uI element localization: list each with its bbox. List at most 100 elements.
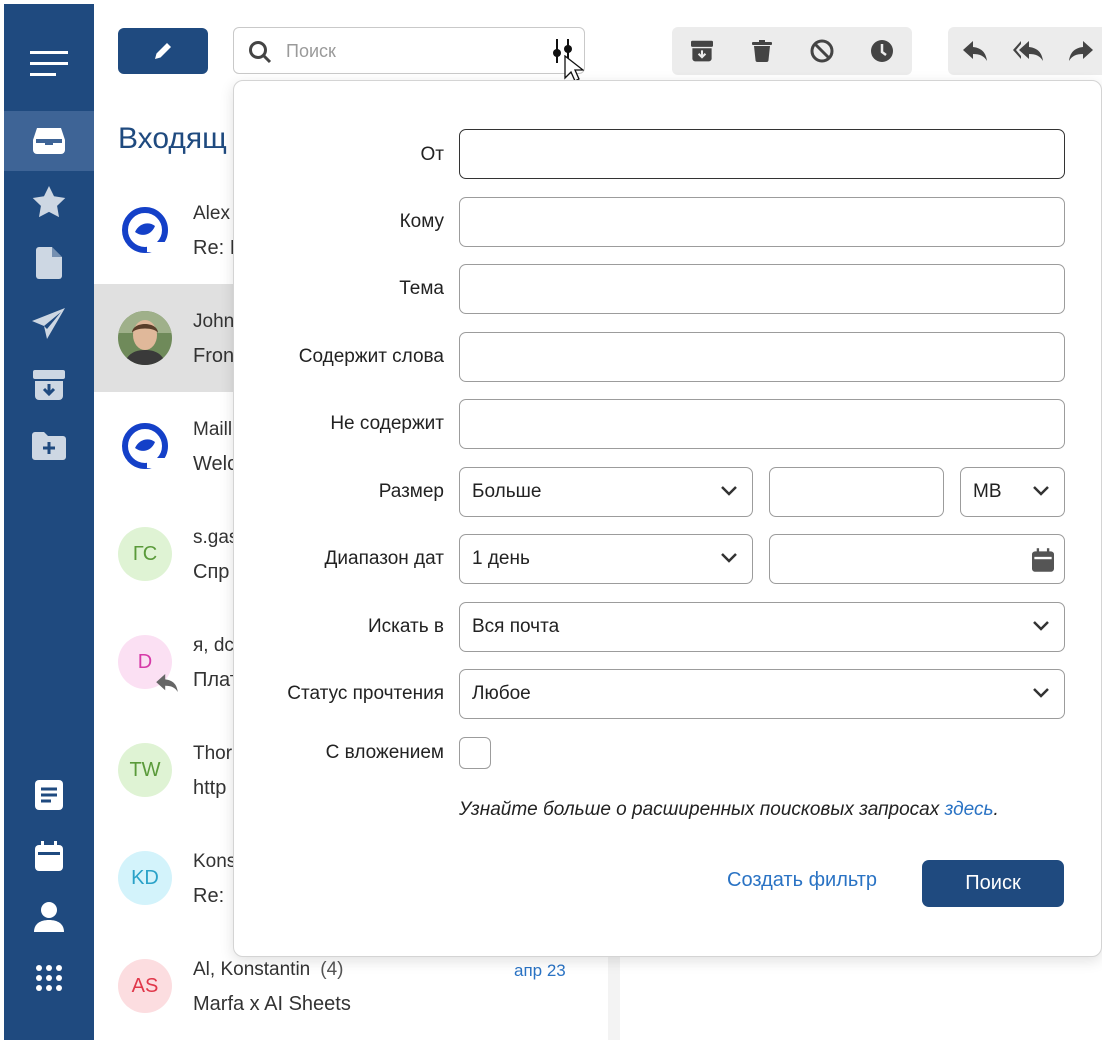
delete-button[interactable] [732,27,792,75]
size-unit-select[interactable]: MB [960,467,1065,517]
size-operator-select[interactable]: Больше [459,467,753,517]
not-contains-field[interactable] [459,399,1065,449]
app-logo-icon [122,207,168,253]
date-picker-field[interactable] [769,534,1065,584]
draft-icon [36,247,62,279]
from-field[interactable] [459,129,1065,179]
size-value-field[interactable] [769,467,944,517]
chevron-down-icon [1033,621,1049,631]
forward-icon [1069,41,1094,61]
spam-button[interactable] [792,27,852,75]
snooze-icon [871,40,893,62]
sender-name: Thor [193,743,233,764]
message-subject: Fron [193,345,235,367]
learn-more-link[interactable]: здесь [945,799,994,820]
create-filter-link[interactable]: Создать фильтр [727,869,877,892]
avatar: AS [118,959,172,1013]
sender-name: Maill [193,419,233,440]
search-input[interactable] [286,36,526,66]
search-submit-button[interactable]: Поиск [922,860,1064,907]
archive-icon [33,370,65,400]
message-subject: http [193,777,227,799]
avatar: KD [118,851,172,905]
message-subject: Re: [193,885,225,907]
compose-icon [155,43,171,59]
date-range-label: Диапазон дат [324,548,444,569]
message-subject: Плат [193,669,239,691]
avatar [118,311,172,365]
menu-icon [30,51,68,76]
size-unit-value: MB [973,481,1002,502]
thread-count: (4) [320,959,344,980]
sidebar-item-calendar[interactable] [4,826,94,886]
date-range-select[interactable]: 1 день [459,534,753,584]
app-logo-icon [122,423,168,469]
size-label: Размер [378,481,444,502]
star-icon [32,186,66,218]
sender-name: John [193,311,235,332]
reply-all-button[interactable] [1001,27,1054,75]
message-subject: Спр [193,561,230,583]
avatar: TW [118,743,172,797]
subject-label: Тема [399,278,444,299]
user-photo [118,311,172,365]
forward-button[interactable] [1055,27,1102,75]
attachment-label: С вложением [325,742,444,763]
message-subject: Re: I [193,237,236,259]
avatar: ГС [118,527,172,581]
snooze-button[interactable] [852,27,912,75]
trash-icon [752,40,772,62]
subject-field[interactable] [459,264,1065,314]
inbox-icon [33,128,65,154]
chevron-down-icon [721,486,737,496]
message-date: апр 23 [514,961,566,980]
sidebar-item-contacts[interactable] [4,887,94,947]
sidebar-item-sent[interactable] [4,294,94,354]
sidebar-item-notes[interactable] [4,765,94,825]
read-status-select[interactable]: Любое [459,669,1065,719]
not-contains-label: Не содержит [330,413,444,434]
contains-words-field[interactable] [459,332,1065,382]
navigation-rail [4,4,94,1040]
notes-icon [35,780,63,810]
menu-button[interactable] [4,34,94,94]
attachment-checkbox[interactable] [459,737,491,769]
send-icon [32,308,65,339]
sidebar-item-drafts[interactable] [4,233,94,293]
sender-name: Alex [193,203,230,224]
advanced-search-hint: Узнайте больше о расширенных поисковых з… [459,799,999,820]
message-subject: Marfa x AI Sheets [193,993,351,1015]
search-bar [233,27,585,82]
sidebar-item-archive[interactable] [4,355,94,415]
sender-name: Al, Konstantin [193,959,311,980]
reply-icon [962,41,987,61]
to-field[interactable] [459,197,1065,247]
sidebar-item-inbox[interactable] [4,111,94,171]
to-label: Кому [399,211,444,232]
search-in-select[interactable]: Вся почта [459,602,1065,652]
apps-icon [36,965,62,991]
contacts-icon [34,902,64,932]
mouse-cursor-icon [564,55,584,82]
search-in-value: Вся почта [472,616,560,637]
sidebar-item-apps[interactable] [4,948,94,1008]
avatar [118,419,172,473]
replied-icon [156,674,178,692]
search-icon [249,41,272,64]
calendar-icon [35,841,63,871]
message-subject: Welc [193,453,238,475]
sidebar-item-new-folder[interactable] [4,416,94,476]
calendar-icon[interactable] [1032,548,1054,572]
sidebar-item-starred[interactable] [4,172,94,232]
compose-button[interactable] [118,28,208,74]
new-folder-icon [32,432,66,460]
archive-button[interactable] [672,27,732,75]
chevron-down-icon [1033,486,1049,496]
date-range-value: 1 день [472,548,530,569]
archive-icon [691,40,713,62]
reply-button[interactable] [948,27,1001,75]
size-operator-value: Больше [472,481,542,502]
contains-words-label: Содержит слова [298,346,444,367]
advanced-search-panel: От Кому Тема Содержит слова Не содержит … [233,80,1102,957]
sender-name: s.gas [193,527,239,548]
